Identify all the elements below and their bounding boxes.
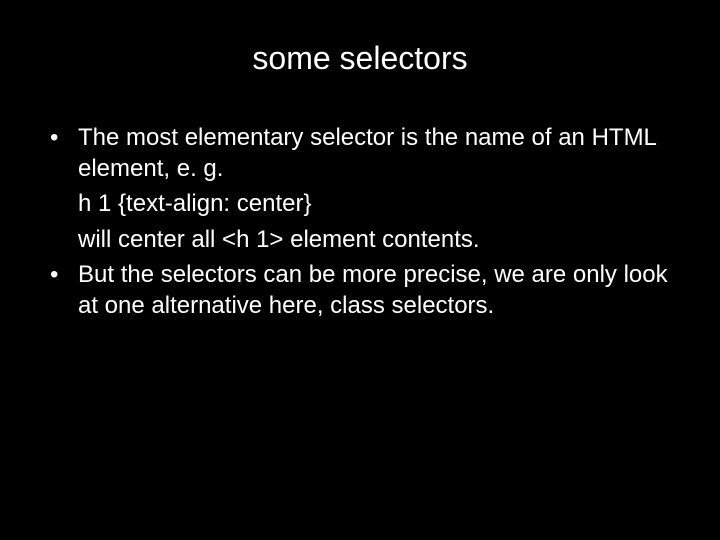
bullet-subline: h 1 {text-align: center} (50, 188, 670, 219)
slide: some selectors • The most elementary sel… (0, 0, 720, 540)
slide-content: • The most elementary selector is the na… (40, 122, 680, 321)
bullet-subline: will center all <h 1> element contents. (50, 224, 670, 255)
bullet-marker: • (50, 122, 78, 184)
bullet-marker: • (50, 259, 78, 321)
bullet-text: The most elementary selector is the name… (78, 122, 670, 184)
slide-title: some selectors (40, 40, 680, 77)
bullet-item: • The most elementary selector is the na… (50, 122, 670, 184)
bullet-text: But the selectors can be more precise, w… (78, 259, 670, 321)
bullet-item: • But the selectors can be more precise,… (50, 259, 670, 321)
